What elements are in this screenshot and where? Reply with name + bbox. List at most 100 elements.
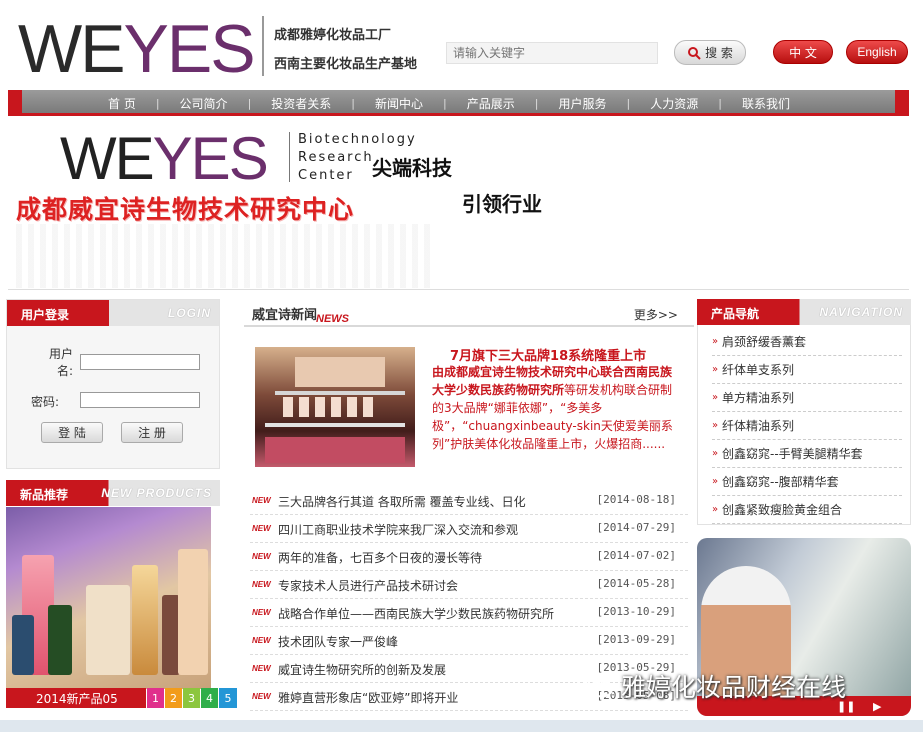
nav-item-news[interactable]: 新闻中心 xyxy=(375,95,423,112)
product-bottle xyxy=(48,605,72,675)
search-button-label: 搜 索 xyxy=(705,46,733,60)
new-badge: NEW xyxy=(252,636,271,645)
site-header: WEYES 成都雅婷化妆品工厂 西南主要化妆品生产基地 搜 索 中 文 Engl… xyxy=(0,0,923,88)
new-badge: NEW xyxy=(252,524,271,533)
news-panel: 威宜诗新闻 NEWS 更多>> 7月旗下三大品牌18系统隆重上市 由成都威宜诗生… xyxy=(244,299,694,713)
product-nav-item[interactable]: 纤体精油系列 xyxy=(712,412,902,440)
news-item-title[interactable]: 四川工商职业技术学院来我厂深入交流和参观 xyxy=(278,521,518,538)
new-products-title: 新品推荐 xyxy=(20,488,69,502)
product-nav-item[interactable]: 创鑫窈窕--手臂美腿精华套 xyxy=(712,440,902,468)
display-shelf-illustration xyxy=(265,357,405,463)
banner-bio-line: Biotechnology xyxy=(298,132,417,147)
news-item-title[interactable]: 两年的准备，七百多个日夜的漫长等待 xyxy=(278,549,482,566)
product-nav-list: 肩颈舒缓香薰套 纤体单支系列 单方精油系列 纤体精油系列 创鑫窈窕--手臂美腿精… xyxy=(712,328,902,524)
nav-item-home[interactable]: 首 页 xyxy=(108,95,136,112)
new-products-panel: 新品推荐 NEW PRODUCTS 2014新产品05 1 2 3 4 5 xyxy=(6,480,237,710)
banner-bio-line: Center xyxy=(298,168,354,183)
product-nav-panel: 产品导航 NAVIGATION 肩颈舒缓香薰套 纤体单支系列 单方精油系列 纤体… xyxy=(697,299,911,525)
new-badge: NEW xyxy=(252,608,271,617)
login-button[interactable]: 登 陆 xyxy=(41,422,103,443)
featured-news-title[interactable]: 7月旗下三大品牌18系统隆重上市 xyxy=(450,345,646,364)
product-nav-item[interactable]: 肩颈舒缓香薰套 xyxy=(712,328,902,356)
news-list-item[interactable]: NEW 战略合作单位——西南民族大学少数民族药物研究所 [2013-10-29] xyxy=(250,599,688,627)
username-input[interactable] xyxy=(80,354,200,370)
product-nav-item[interactable]: 创鑫紧致瘦脸黄金组合 xyxy=(712,496,902,524)
new-badge: NEW xyxy=(252,692,271,701)
news-item-title[interactable]: 三大品牌各行其道 各取所需 覆盖专业线、日化 xyxy=(278,493,526,510)
watermark-text: 雅婷化妆品财经在线 xyxy=(621,673,847,702)
news-item-date: [2014-07-29] xyxy=(596,521,676,534)
password-label: 密码: xyxy=(31,395,60,409)
new-badge: NEW xyxy=(252,552,271,561)
product-nav-title-en: NAVIGATION xyxy=(819,305,903,319)
banner-divider-line xyxy=(8,289,909,290)
banner-reflection xyxy=(16,224,436,288)
register-button[interactable]: 注 册 xyxy=(121,422,183,443)
new-badge: NEW xyxy=(252,580,271,589)
username-label: 用户名: xyxy=(48,347,73,378)
product-nav-item[interactable]: 创鑫窈窕--腹部精华套 xyxy=(712,468,902,496)
news-item-date: [2014-08-18] xyxy=(596,493,676,506)
search-button[interactable]: 搜 索 xyxy=(674,40,746,65)
product-tube xyxy=(132,565,158,675)
news-list-item[interactable]: NEW 技术团队专家一严俊峰 [2013-09-29] xyxy=(250,627,688,655)
banner-slogan: 尖端科技 xyxy=(372,156,452,180)
play-icon[interactable]: ▶ xyxy=(873,700,881,713)
nav-item-hr[interactable]: 人力资源 xyxy=(650,95,698,112)
wechat-icon xyxy=(577,674,613,698)
nav-item-service[interactable]: 用户服务 xyxy=(558,95,606,112)
product-box xyxy=(178,549,208,675)
banner-bio-line: Research xyxy=(298,150,374,165)
product-nav-item[interactable]: 纤体单支系列 xyxy=(712,356,902,384)
slide-page-2[interactable]: 2 xyxy=(165,688,182,708)
password-input[interactable] xyxy=(80,392,200,408)
news-item-title[interactable]: 战略合作单位——西南民族大学少数民族药物研究所 xyxy=(278,605,554,622)
lang-english-button[interactable]: English xyxy=(846,40,908,64)
news-list-item[interactable]: NEW 专家技术人员进行产品技术研讨会 [2014-05-28] xyxy=(250,571,688,599)
news-list-item[interactable]: NEW 三大品牌各行其道 各取所需 覆盖专业线、日化 [2014-08-18] xyxy=(250,487,688,515)
tagline-factory: 成都雅婷化妆品工厂 xyxy=(274,28,392,43)
slide-page-1[interactable]: 1 xyxy=(147,688,164,708)
featured-news-image[interactable] xyxy=(255,347,415,467)
search-input[interactable] xyxy=(446,42,658,64)
new-products-title-en: NEW PRODUCTS xyxy=(101,486,212,500)
featured-news-body: 由成都威宜诗生物技术研究中心联合西南民族大学少数民族药物研究所等研发机构联合研制… xyxy=(432,363,682,453)
new-product-image[interactable] xyxy=(6,507,211,689)
news-list-item[interactable]: NEW 两年的准备，七百多个日夜的漫长等待 [2014-07-02] xyxy=(250,543,688,571)
new-badge: NEW xyxy=(252,664,271,673)
slide-page-4[interactable]: 4 xyxy=(201,688,218,708)
nav-item-products[interactable]: 产品展示 xyxy=(467,95,515,112)
login-header: 用户登录 LOGIN xyxy=(7,300,219,326)
page-bottom-strip xyxy=(0,720,923,732)
nav-item-about[interactable]: 公司简介 xyxy=(180,95,228,112)
site-logo[interactable]: WEYES xyxy=(18,14,256,84)
product-box xyxy=(86,585,130,675)
new-badge: NEW xyxy=(252,496,271,505)
slide-page-3[interactable]: 3 xyxy=(183,688,200,708)
news-item-title[interactable]: 威宜诗生物研究所的创新及发展 xyxy=(278,661,446,678)
news-item-title[interactable]: 技术团队专家一严俊峰 xyxy=(278,633,398,650)
news-item-date: [2013-09-29] xyxy=(596,633,676,646)
nav-item-investors[interactable]: 投资者关系 xyxy=(271,95,331,112)
slide-page-5[interactable]: 5 xyxy=(219,688,237,708)
hero-banner[interactable]: WEYES Biotechnology Research Center 尖端科技… xyxy=(8,120,909,290)
wechat-watermark: 雅婷化妆品财经在线 xyxy=(575,668,846,704)
tagline-base: 西南主要化妆品生产基地 xyxy=(274,57,418,72)
logo-divider xyxy=(262,16,264,76)
banner-slogan: 引领行业 xyxy=(462,192,542,216)
news-item-title[interactable]: 专家技术人员进行产品技术研讨会 xyxy=(278,577,458,594)
news-title-en: NEWS xyxy=(316,313,349,325)
news-item-title[interactable]: 雅婷直营形象店“欧亚婷”即将开业 xyxy=(278,689,458,706)
new-product-caption: 2014新产品05 xyxy=(6,688,146,708)
news-item-date: [2014-05-28] xyxy=(596,577,676,590)
news-list-item[interactable]: NEW 四川工商职业技术学院来我厂深入交流和参观 [2014-07-29] xyxy=(250,515,688,543)
product-nav-item[interactable]: 单方精油系列 xyxy=(712,384,902,412)
login-panel: 用户登录 LOGIN 用户名: 密码: 登 陆 注 册 xyxy=(6,299,220,469)
news-title: 威宜诗新闻 xyxy=(252,308,318,323)
banner-center-name: 成都威宜诗生物技术研究中心 xyxy=(16,195,355,224)
nav-item-contact[interactable]: 联系我们 xyxy=(742,95,790,112)
news-more-link[interactable]: 更多>> xyxy=(634,306,678,323)
banner-logo: WEYES xyxy=(60,125,269,192)
lang-chinese-button[interactable]: 中 文 xyxy=(773,40,833,64)
news-item-date: [2014-07-02] xyxy=(596,549,676,562)
